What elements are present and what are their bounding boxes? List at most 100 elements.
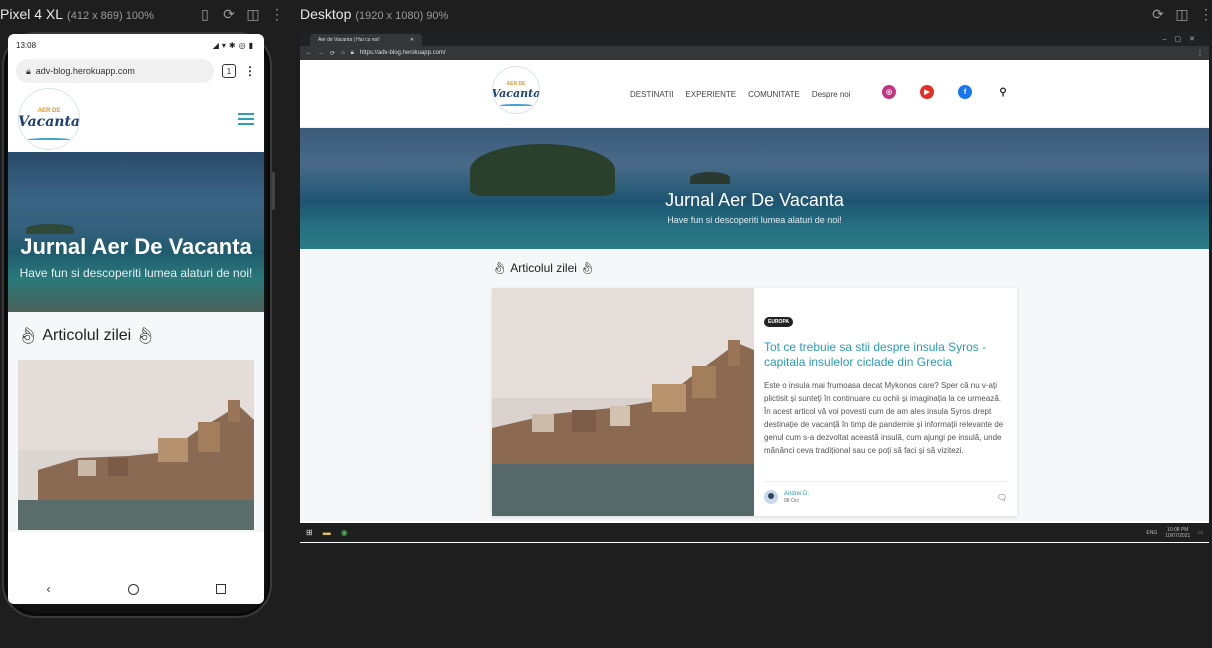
phone-device-name: Pixel 4 XL <box>0 6 64 22</box>
ok-hand-icon: 👌︎ <box>135 328 156 345</box>
hero-island <box>470 144 615 196</box>
site-logo[interactable]: AER DE Vacanta <box>492 66 540 114</box>
close-tab-icon[interactable]: ✕ <box>410 37 414 43</box>
back-icon[interactable]: ‹ <box>47 582 51 596</box>
section-title-text: Articolul zilei <box>510 261 577 275</box>
ok-hand-icon: 👌︎ <box>492 261 508 275</box>
ok-hand-icon: 👌︎ <box>579 261 596 275</box>
comments-icon[interactable]: 🗨︎ <box>997 493 1007 502</box>
refresh-icon[interactable]: ⟳ <box>221 6 237 23</box>
phone-side-button[interactable] <box>272 172 275 210</box>
browser-tab[interactable]: Aer de Vacanta | Hai cu noi! ✕ <box>310 34 422 46</box>
status-time: 13:08 <box>16 40 37 50</box>
reload-icon[interactable]: ⟳ <box>330 50 335 57</box>
hero-island <box>26 224 74 234</box>
tray-language[interactable]: ENG <box>1146 530 1157 536</box>
tray-clock[interactable]: 10:08 PM 10/07/2021 <box>1165 527 1190 539</box>
phone-screen: 13:08 ◢▾✱◎▮ 🔒︎ adv-blog.herokuapp.com 1 … <box>8 34 264 574</box>
browser-menu-icon[interactable]: ⋮ <box>244 64 256 78</box>
facebook-icon[interactable]: f <box>958 85 972 99</box>
windows-start-icon[interactable]: ⊞ <box>306 528 313 537</box>
mobile-navbar: AER DE Vacanta <box>8 86 264 152</box>
status-bar: 13:08 ◢▾✱◎▮ <box>8 34 264 56</box>
mobile-article-image[interactable] <box>18 360 254 530</box>
home-icon[interactable]: ⌂ <box>341 50 345 56</box>
hamburger-menu-icon[interactable] <box>238 113 254 125</box>
logo-wave <box>499 103 533 107</box>
more-icon[interactable]: ⋮ <box>269 6 285 23</box>
youtube-icon[interactable]: ▶ <box>920 85 934 99</box>
notification-icon[interactable]: ▭ <box>1198 530 1203 536</box>
chrome-icon[interactable]: ◉ <box>341 528 348 537</box>
nav-link-destinatii[interactable]: DESTINATII <box>630 90 673 99</box>
nav-link-comunitate[interactable]: COMUNITATE <box>748 90 800 99</box>
tab-count-button[interactable]: 1 <box>222 64 236 78</box>
article-card[interactable]: EUROPA Tot ce trebuie sa stii despre ins… <box>492 288 1017 516</box>
lock-icon: 🔒︎ <box>350 49 354 56</box>
mobile-section-title: 👌︎ Articolul zilei 👌︎ <box>18 326 254 346</box>
article-footer: Andrei D. 08 Oct 🗨︎ <box>764 481 1007 504</box>
article-title[interactable]: Tot ce trebuie sa stii despre insula Syr… <box>764 340 1007 370</box>
desktop-device-label: Desktop (1920 x 1080) 90% <box>300 6 448 22</box>
ok-hand-icon: 👌︎ <box>18 328 39 345</box>
rotate-device-icon[interactable]: ▯ <box>197 6 213 23</box>
nav-links: DESTINATII EXPERIENTE COMUNITATE Despre … <box>630 90 851 99</box>
tray-date: 10/07/2021 <box>1165 532 1191 539</box>
phone-device-label: Pixel 4 XL (412 x 869) 100% <box>0 6 154 22</box>
category-badge[interactable]: EUROPA <box>764 317 794 327</box>
desktop-device-name: Desktop <box>300 6 352 22</box>
hero-islet <box>690 172 730 184</box>
featured-section: 👌︎ Articolul zilei 👌︎ EUROPA Tot ce treb… <box>300 249 1209 521</box>
android-nav-bar: ‹ <box>8 574 264 604</box>
mobile-hero: Jurnal Aer De Vacanta Have fun si descop… <box>8 152 264 312</box>
phone-toolbar: ▯ ⟳ ◫ ⋮ <box>197 6 285 23</box>
nav-link-experiente[interactable]: EXPERIENTE <box>685 90 736 99</box>
desktop-browser: Aer de Vacanta | Hai cu noi! ✕ –▢✕ ← → ⟳… <box>300 31 1209 543</box>
desktop-hero: Jurnal Aer De Vacanta Have fun si descop… <box>300 128 1209 249</box>
logo-main-text: Vacanta <box>18 114 80 130</box>
site-logo[interactable]: AER DE Vacanta <box>18 88 80 150</box>
desktop-device-meta: (1920 x 1080) 90% <box>355 10 449 22</box>
article-excerpt: Este o insula mai frumoasa decat Mykonos… <box>764 381 1004 455</box>
mobile-section-title-text: Articolul zilei <box>42 327 132 344</box>
desktop-url-bar[interactable]: https://adv-blog.herokuapp.com/ <box>360 50 446 56</box>
hero-title: Jurnal Aer De Vacanta <box>665 190 844 210</box>
mobile-address-row: 🔒︎ adv-blog.herokuapp.com 1 ⋮ <box>8 56 264 86</box>
mobile-featured-section: 👌︎ Articolul zilei 👌︎ <box>8 312 264 532</box>
avatar <box>764 490 778 504</box>
browser-menu-icon[interactable]: ⋮ <box>1197 50 1203 57</box>
mobile-url-text: adv-blog.herokuapp.com <box>35 66 135 76</box>
instagram-icon[interactable]: ◎ <box>882 85 896 99</box>
logo-main-text: Vacanta <box>492 86 540 100</box>
windows-taskbar: ⊞ ▬ ◉ ENG 10:08 PM 10/07/2021 ▭ <box>300 523 1209 542</box>
search-icon[interactable]: ⚲ <box>996 85 1010 99</box>
browser-tab-strip: Aer de Vacanta | Hai cu noi! ✕ –▢✕ <box>300 31 1209 46</box>
mobile-hero-title: Jurnal Aer De Vacanta <box>20 234 252 259</box>
section-title: 👌︎ Articolul zilei 👌︎ <box>492 261 595 275</box>
back-icon[interactable]: ← <box>306 50 312 56</box>
system-tray: ENG 10:08 PM 10/07/2021 ▭ <box>1146 527 1203 539</box>
author-name[interactable]: Andrei D. <box>784 491 809 498</box>
mobile-url-bar[interactable]: 🔒︎ adv-blog.herokuapp.com <box>16 59 214 83</box>
mobile-hero-subtitle: Have fun si descoperiti lumea alaturi de… <box>19 266 253 280</box>
desktop-toolbar: ⟳ ◫ ⋮ <box>1150 6 1212 23</box>
window-controls[interactable]: –▢✕ <box>1163 35 1209 43</box>
home-icon[interactable] <box>127 583 139 595</box>
refresh-icon[interactable]: ⟳ <box>1150 6 1166 23</box>
status-icons: ◢▾✱◎▮ <box>212 40 256 50</box>
article-image[interactable] <box>492 288 754 516</box>
more-icon[interactable]: ⋮ <box>1198 6 1212 23</box>
logo-wave <box>28 137 70 141</box>
camera-icon[interactable]: ◫ <box>1174 6 1190 23</box>
phone-device-meta: (412 x 869) 100% <box>67 10 154 22</box>
article-date: 08 Oct <box>784 497 799 504</box>
file-explorer-icon[interactable]: ▬ <box>323 528 331 537</box>
social-links: ◎ ▶ f ⚲ <box>882 85 1010 99</box>
camera-icon[interactable]: ◫ <box>245 6 261 23</box>
hero-subtitle: Have fun si descoperiti lumea alaturi de… <box>667 215 842 225</box>
recents-icon[interactable] <box>215 584 226 594</box>
syros-photo <box>18 360 254 530</box>
nav-link-despre-noi[interactable]: Despre noi <box>812 90 851 99</box>
forward-icon[interactable]: → <box>318 50 324 56</box>
browser-tab-title: Aer de Vacanta | Hai cu noi! <box>318 37 380 43</box>
